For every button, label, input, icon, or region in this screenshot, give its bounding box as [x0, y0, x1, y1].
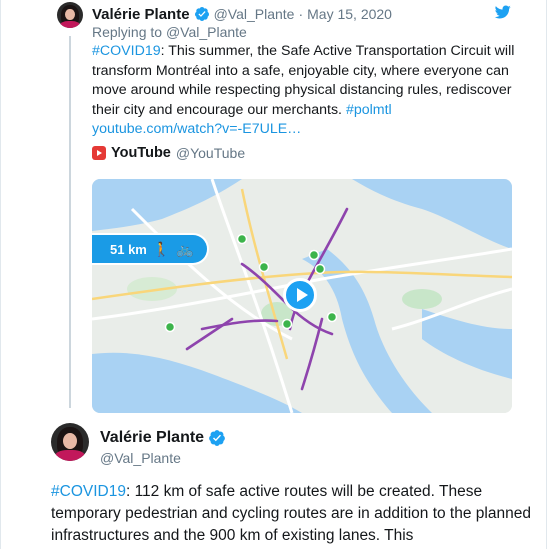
url-link[interactable]: youtube.com/watch?v=-E7ULE…	[92, 121, 301, 137]
author-handle[interactable]: @Val_Plante	[214, 6, 295, 22]
distance-text: 51 km	[110, 241, 147, 257]
walk-icon: 🚶	[152, 240, 171, 257]
avatar[interactable]	[51, 423, 89, 461]
tweet2-author: Valérie Plante	[100, 429, 230, 447]
hashtag-link[interactable]: #COVID19	[51, 483, 126, 500]
video-thumbnail[interactable]: 51 km 🚶 🚲	[92, 179, 512, 413]
thread-connector-line	[69, 36, 71, 408]
avatar[interactable]	[57, 2, 83, 28]
replying-prefix: Replying to	[92, 24, 163, 40]
tweet-body: #COVID19: 112 km of safe active routes w…	[51, 481, 541, 547]
play-button[interactable]	[283, 278, 317, 312]
hashtag-link[interactable]: #COVID19	[92, 43, 161, 59]
separator: ·	[298, 6, 304, 22]
distance-badge: 51 km 🚶 🚲	[92, 233, 209, 265]
tweet-thread: Valérie Plante @Val_Plante · May 15, 202…	[0, 0, 547, 549]
tweet-header: Valérie Plante @Val_Plante · May 15, 202…	[92, 5, 392, 23]
verified-badge-icon	[209, 430, 225, 446]
author-handle[interactable]: @Val_Plante	[100, 450, 181, 466]
replying-mention-link[interactable]: @Val_Plante	[166, 24, 247, 40]
bike-icon: 🚲	[176, 240, 194, 257]
twitter-bird-icon[interactable]	[494, 4, 512, 20]
card-source-name: YouTube	[111, 145, 171, 161]
youtube-icon	[92, 146, 106, 160]
author-name[interactable]: Valérie Plante	[100, 429, 204, 447]
link-card-source[interactable]: YouTube @YouTube	[92, 145, 245, 161]
verified-badge-icon	[194, 7, 209, 21]
tweet-date[interactable]: May 15, 2020	[307, 6, 392, 22]
author-name[interactable]: Valérie Plante	[92, 6, 190, 23]
card-source-handle: @YouTube	[175, 145, 246, 161]
tweet-body: #COVID19: This summer, the Safe Active T…	[92, 42, 532, 140]
hashtag-link-polmtl[interactable]: #polmtl	[346, 102, 392, 118]
replying-to: Replying to @Val_Plante	[92, 24, 247, 40]
